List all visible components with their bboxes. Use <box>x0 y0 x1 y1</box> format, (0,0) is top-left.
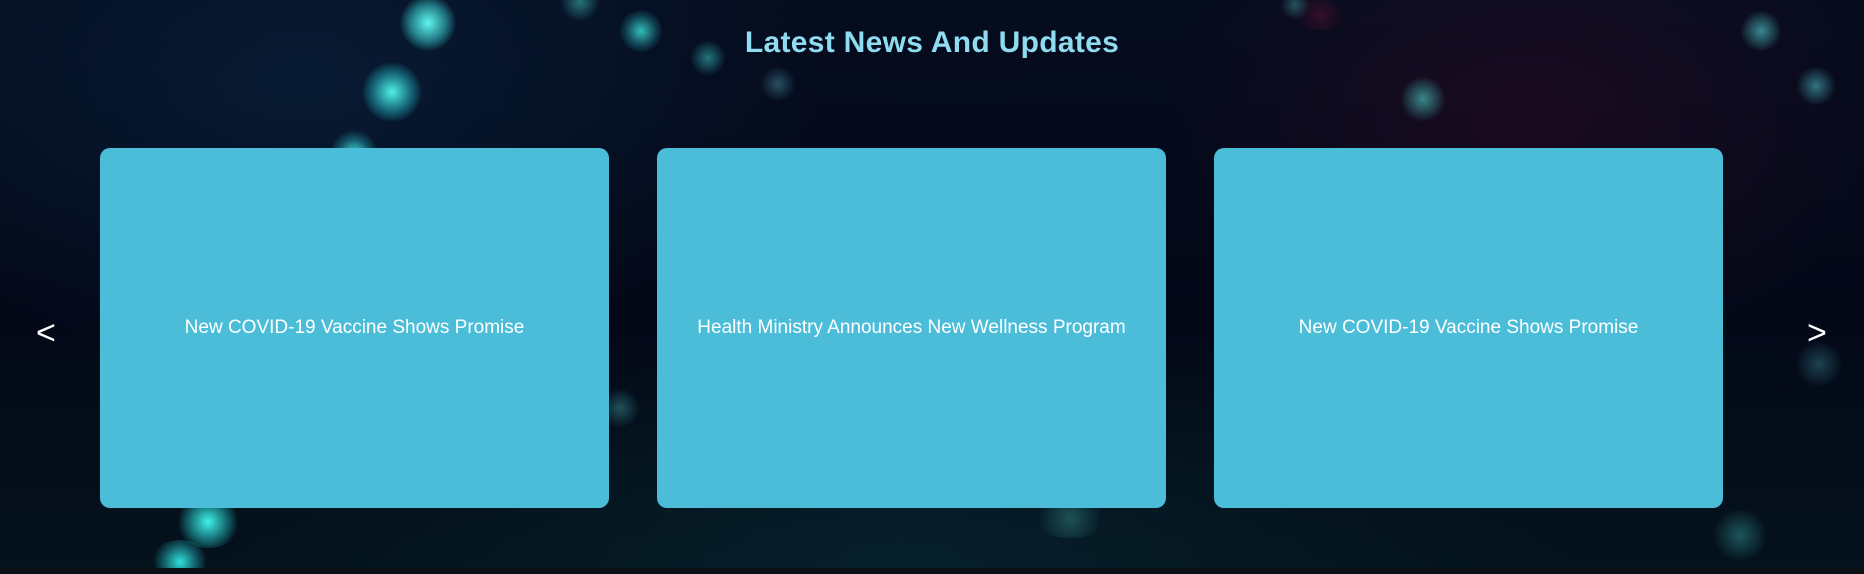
background-light <box>1796 66 1836 106</box>
news-card[interactable]: New COVID-19 Vaccine Shows Promise <box>100 148 609 508</box>
news-card[interactable]: Health Ministry Announces New Wellness P… <box>657 148 1166 508</box>
section-title: Latest News And Updates <box>744 26 1120 59</box>
news-card-title: Health Ministry Announces New Wellness P… <box>697 316 1126 338</box>
bottom-divider <box>0 568 1864 574</box>
news-carousel: New COVID-19 Vaccine Shows Promise Healt… <box>100 148 1770 508</box>
news-section: Latest News And Updates < New COVID-19 V… <box>0 0 1864 574</box>
background-light <box>1710 510 1770 560</box>
news-card-title: New COVID-19 Vaccine Shows Promise <box>184 316 525 338</box>
carousel-prev-button[interactable]: < <box>36 316 56 350</box>
background-light <box>362 62 422 122</box>
background-light <box>760 66 796 102</box>
carousel-next-button[interactable]: > <box>1807 316 1827 350</box>
background-light <box>560 0 600 22</box>
news-card[interactable]: New COVID-19 Vaccine Shows Promise <box>1214 148 1723 508</box>
background-light <box>1280 0 1310 20</box>
news-card-title: New COVID-19 Vaccine Shows Promise <box>1298 316 1639 338</box>
background-light <box>1400 76 1446 122</box>
